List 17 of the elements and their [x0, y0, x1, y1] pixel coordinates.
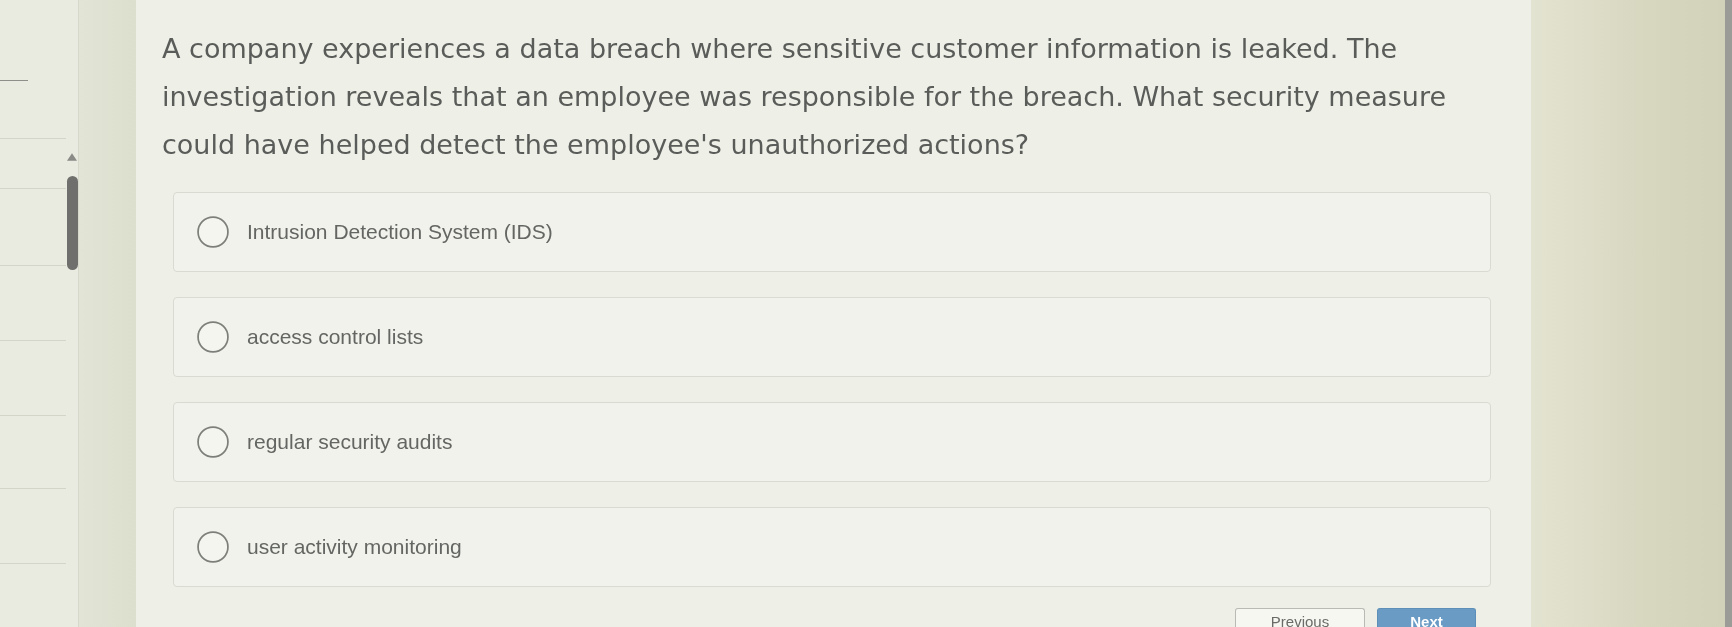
answer-option[interactable]: user activity monitoring: [173, 507, 1491, 587]
option-label: user activity monitoring: [247, 535, 462, 559]
next-button[interactable]: Next: [1377, 608, 1476, 627]
answer-option[interactable]: access control lists: [173, 297, 1491, 377]
scroll-up-arrow-icon[interactable]: [67, 153, 77, 161]
previous-button[interactable]: Previous: [1235, 608, 1365, 627]
answer-option[interactable]: regular security audits: [173, 402, 1491, 482]
radio-button[interactable]: [197, 216, 229, 248]
question-text: A company experiences a data breach where sensitive customer information is leaked. The investigation reveals that an employee was responsible for the breach. What security measure could have helped detect the employee's unauthorized actions?: [162, 32, 1448, 162]
option-label: access control lists: [247, 325, 424, 349]
radio-button[interactable]: [197, 531, 229, 563]
radio-button[interactable]: [197, 321, 229, 353]
scrollbar-thumb[interactable]: [66, 176, 78, 270]
option-label: regular security audits: [247, 430, 453, 454]
option-label: Intrusion Detection System (IDS): [247, 220, 553, 244]
answer-option[interactable]: Intrusion Detection System (IDS): [173, 192, 1491, 272]
radio-button[interactable]: [197, 426, 229, 458]
